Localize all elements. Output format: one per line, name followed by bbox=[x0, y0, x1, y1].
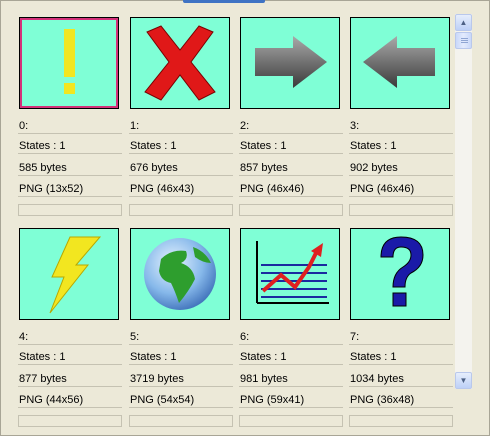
empty-field bbox=[349, 415, 453, 427]
states-label: States : 1 bbox=[129, 350, 233, 365]
states-label: States : 1 bbox=[349, 139, 453, 154]
scroll-up-button[interactable]: ▲ bbox=[455, 14, 472, 31]
chevron-up-icon: ▲ bbox=[459, 18, 468, 27]
format-label: PNG (46x46) bbox=[239, 182, 343, 197]
chevron-down-icon: ▼ bbox=[459, 376, 468, 385]
format-label: PNG (54x54) bbox=[129, 393, 233, 408]
grip-icon bbox=[461, 38, 468, 44]
thumbnail[interactable] bbox=[19, 228, 119, 320]
format-label: PNG (59x41) bbox=[239, 393, 343, 408]
thumbnail[interactable] bbox=[350, 17, 450, 109]
size-label: 981 bytes bbox=[239, 372, 343, 387]
thumbnail[interactable] bbox=[350, 228, 450, 320]
empty-field bbox=[239, 204, 343, 216]
lightning-icon bbox=[49, 236, 102, 314]
empty-field bbox=[129, 415, 233, 427]
scroll-down-button[interactable]: ▼ bbox=[455, 372, 472, 389]
thumbnail[interactable] bbox=[19, 17, 119, 109]
arrow-left-icon bbox=[363, 36, 435, 88]
red-x-icon bbox=[144, 25, 216, 101]
size-label: 877 bytes bbox=[18, 372, 122, 387]
size-label: 585 bytes bbox=[18, 161, 122, 176]
index-label: 0: bbox=[18, 119, 122, 134]
states-label: States : 1 bbox=[18, 139, 122, 154]
empty-field bbox=[239, 415, 343, 427]
vertical-scrollbar[interactable]: ▲ ▼ bbox=[455, 14, 472, 389]
thumbnail[interactable] bbox=[240, 228, 340, 320]
question-icon bbox=[380, 236, 424, 307]
index-label: 6: bbox=[239, 330, 343, 345]
index-label: 2: bbox=[239, 119, 343, 134]
thumbnail[interactable] bbox=[130, 17, 230, 109]
empty-field bbox=[18, 415, 122, 427]
size-label: 902 bytes bbox=[349, 161, 453, 176]
format-label: PNG (44x56) bbox=[18, 393, 122, 408]
thumbnail[interactable] bbox=[130, 228, 230, 320]
globe-icon bbox=[144, 238, 216, 310]
size-label: 857 bytes bbox=[239, 161, 343, 176]
chart-icon bbox=[256, 241, 329, 304]
index-label: 1: bbox=[129, 119, 233, 134]
exclamation-icon bbox=[64, 29, 75, 94]
empty-field bbox=[349, 204, 453, 216]
empty-field bbox=[18, 204, 122, 216]
states-label: States : 1 bbox=[239, 350, 343, 365]
index-label: 3: bbox=[349, 119, 453, 134]
thumbnail[interactable] bbox=[240, 17, 340, 109]
index-label: 4: bbox=[18, 330, 122, 345]
format-label: PNG (36x48) bbox=[349, 393, 453, 408]
size-label: 3719 bytes bbox=[129, 372, 233, 387]
states-label: States : 1 bbox=[239, 139, 343, 154]
format-label: PNG (46x46) bbox=[349, 182, 453, 197]
states-label: States : 1 bbox=[129, 139, 233, 154]
format-label: PNG (46x43) bbox=[129, 182, 233, 197]
index-label: 7: bbox=[349, 330, 453, 345]
format-label: PNG (13x52) bbox=[18, 182, 122, 197]
size-label: 1034 bytes bbox=[349, 372, 453, 387]
states-label: States : 1 bbox=[349, 350, 453, 365]
size-label: 676 bytes bbox=[129, 161, 233, 176]
arrow-right-icon bbox=[255, 36, 327, 88]
scroll-thumb[interactable] bbox=[455, 32, 472, 49]
image-grid: 0: States : 1 585 bytes PNG (13x52) 1: S… bbox=[0, 0, 453, 436]
index-label: 5: bbox=[129, 330, 233, 345]
empty-field bbox=[129, 204, 233, 216]
states-label: States : 1 bbox=[18, 350, 122, 365]
